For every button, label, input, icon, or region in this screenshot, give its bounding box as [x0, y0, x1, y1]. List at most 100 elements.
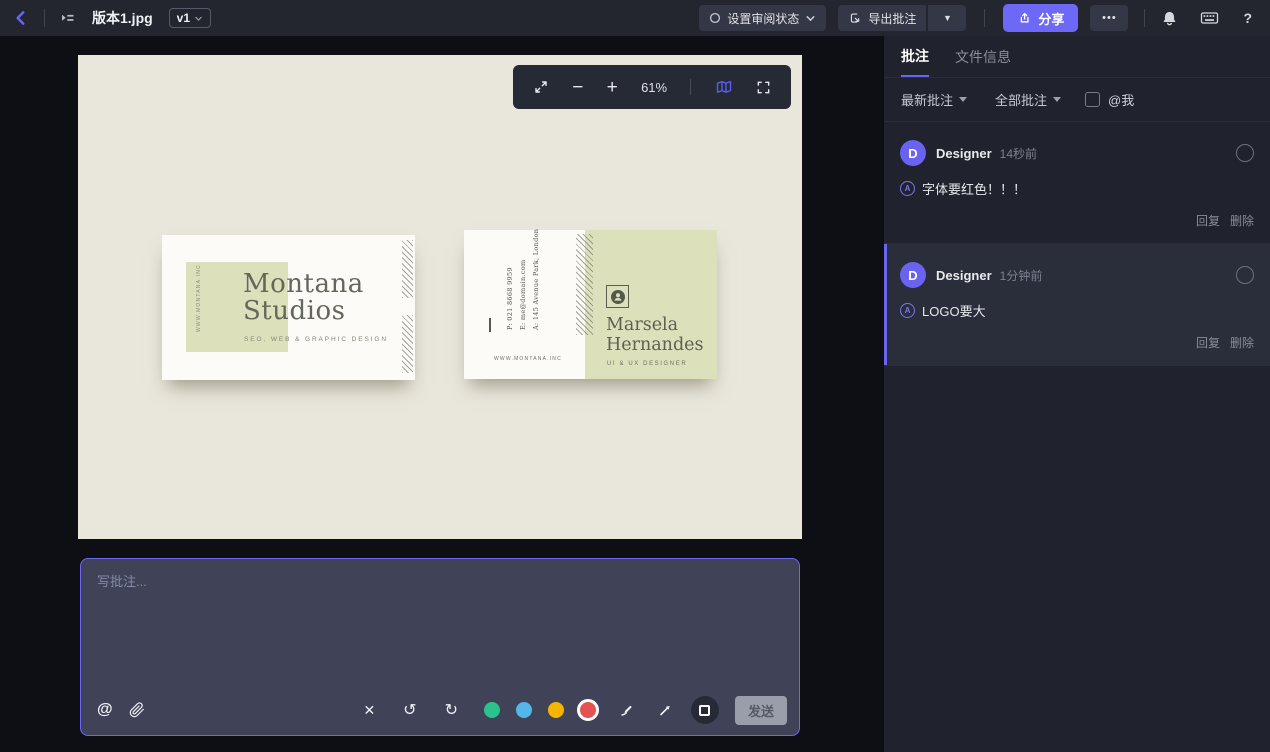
divider: [1144, 9, 1145, 27]
card-logo-frame: [606, 285, 629, 308]
reply-button[interactable]: 回复: [1196, 212, 1220, 229]
color-red-button-selected[interactable]: [577, 699, 599, 721]
comment-item[interactable]: D Designer 14秒前 A 字体要红色！！！ 回复 删除: [884, 122, 1270, 244]
color-green-button[interactable]: [484, 702, 500, 718]
comment-composer: @ ✕ ↺ ↻: [80, 558, 800, 736]
hatch-decoration: [402, 240, 413, 298]
comment-time: 14秒前: [1000, 145, 1037, 162]
pen-tool-button[interactable]: [619, 702, 635, 718]
expand-arrows-icon: [533, 79, 549, 95]
sort-filter-dropdown[interactable]: 最新批注: [901, 90, 967, 109]
comments-sidebar: 批注 文件信息 最新批注 全部批注 @我 D Designer 14秒前: [883, 36, 1270, 752]
export-annotations-button[interactable]: 导出批注: [838, 5, 926, 31]
caret-down-icon: [1053, 97, 1061, 102]
arrow-icon: [657, 702, 673, 718]
undo-button[interactable]: ↺: [403, 700, 416, 720]
back-button[interactable]: [12, 9, 30, 27]
tick-mark: [489, 318, 491, 332]
caret-down-icon: ▼: [943, 13, 952, 23]
mention-checkbox[interactable]: [1085, 92, 1100, 107]
send-button[interactable]: 发送: [735, 696, 787, 725]
comment-text: LOGO要大: [922, 301, 986, 320]
delete-button[interactable]: 删除: [1230, 334, 1254, 351]
scope-filter-dropdown[interactable]: 全部批注: [995, 90, 1061, 109]
topbar-right: 设置审阅状态 导出批注 ▼: [699, 4, 1256, 32]
zoom-out-button[interactable]: −: [572, 78, 583, 97]
tab-file-info[interactable]: 文件信息: [955, 36, 1011, 77]
more-icon: •••: [1102, 12, 1117, 24]
version-label: v1: [177, 11, 190, 25]
close-icon: ✕: [363, 702, 375, 719]
comment-time: 1分钟前: [1000, 267, 1043, 284]
tab-comments[interactable]: 批注: [901, 36, 929, 77]
chevron-down-icon: [194, 14, 203, 23]
zoom-in-button[interactable]: +: [607, 78, 618, 97]
comment-header: D Designer 14秒前: [900, 140, 1254, 166]
outline-list-icon: [59, 10, 76, 26]
comment-input[interactable]: [97, 571, 783, 681]
keyboard-icon: [1200, 10, 1219, 26]
card-vertical-url: WWW.MONTANA.INC: [196, 264, 202, 332]
card-name: Marsela Hernandes: [606, 316, 704, 355]
avatar: D: [900, 262, 926, 288]
delete-button[interactable]: 删除: [1230, 212, 1254, 229]
help-icon: ?: [1243, 10, 1252, 26]
comment-header: D Designer 1分钟前: [900, 262, 1254, 288]
more-button[interactable]: •••: [1090, 5, 1128, 31]
send-label: 发送: [748, 704, 774, 719]
chevron-down-icon: [805, 13, 816, 24]
cancel-annotation-button[interactable]: ✕: [363, 702, 375, 719]
scope-filter-label: 全部批注: [995, 90, 1047, 109]
avatar: D: [900, 140, 926, 166]
annotation-pin-icon: A: [900, 181, 915, 196]
pen-icon: [619, 702, 635, 718]
paperclip-icon: [129, 702, 145, 718]
minimap-button[interactable]: [715, 79, 733, 95]
share-button[interactable]: 分享: [1003, 4, 1078, 32]
design-review-app: 版本1.jpg v1 设置审阅状态: [0, 0, 1270, 752]
map-icon: [715, 79, 733, 95]
resolve-toggle[interactable]: [1236, 144, 1254, 162]
topbar-left: 版本1.jpg v1: [12, 8, 211, 28]
mention-filter-label[interactable]: @我: [1108, 90, 1134, 109]
top-toolbar: 版本1.jpg v1 设置审阅状态: [0, 0, 1270, 36]
business-card-right: P: 021 8668 9959 E: me@domain.com A: 145…: [464, 230, 717, 379]
sort-filter-label: 最新批注: [901, 90, 953, 109]
comment-actions: 回复 删除: [900, 334, 1254, 351]
mention-button[interactable]: @: [97, 701, 113, 719]
color-yellow-button[interactable]: [548, 702, 564, 718]
caret-down-icon: [959, 97, 967, 102]
redo-button[interactable]: ↻: [445, 700, 458, 720]
review-status-button[interactable]: 设置审阅状态: [699, 5, 826, 31]
shortcuts-button[interactable]: [1200, 10, 1219, 26]
artwork-image[interactable]: WWW.MONTANA.INC Montana Studios SEO, WEB…: [78, 55, 802, 539]
shape-tool-button[interactable]: [691, 696, 719, 724]
arrow-tool-button[interactable]: [657, 702, 673, 718]
fullscreen-button[interactable]: [756, 80, 771, 95]
reply-button[interactable]: 回复: [1196, 334, 1220, 351]
composer-toolbar: @ ✕ ↺ ↻: [97, 695, 787, 725]
export-dropdown-button[interactable]: ▼: [928, 5, 966, 31]
attach-button[interactable]: [129, 702, 145, 718]
hatch-decoration: [576, 234, 593, 335]
color-blue-button[interactable]: [516, 702, 532, 718]
fit-screen-button[interactable]: [533, 79, 549, 95]
share-icon: [1017, 11, 1031, 25]
comment-filters: 最新批注 全部批注 @我: [884, 78, 1270, 122]
status-circle-icon: [709, 12, 721, 24]
help-button[interactable]: ?: [1239, 10, 1256, 26]
comment-item-selected[interactable]: D Designer 1分钟前 A LOGO要大 回复 删除: [884, 244, 1270, 366]
card-title: Montana Studios: [243, 271, 364, 325]
comment-author: Designer: [936, 268, 992, 283]
notifications-button[interactable]: [1161, 10, 1178, 27]
divider: [44, 9, 45, 27]
rectangle-icon: [699, 705, 710, 716]
version-selector[interactable]: v1: [169, 8, 211, 28]
outline-panel-button[interactable]: [59, 10, 76, 26]
card-url: WWW.MONTANA.INC: [494, 356, 562, 362]
resolve-toggle[interactable]: [1236, 266, 1254, 284]
undo-icon: ↺: [403, 700, 416, 720]
file-title: 版本1.jpg: [92, 8, 153, 28]
zoom-level: 61%: [641, 80, 667, 95]
bell-icon: [1161, 10, 1178, 27]
